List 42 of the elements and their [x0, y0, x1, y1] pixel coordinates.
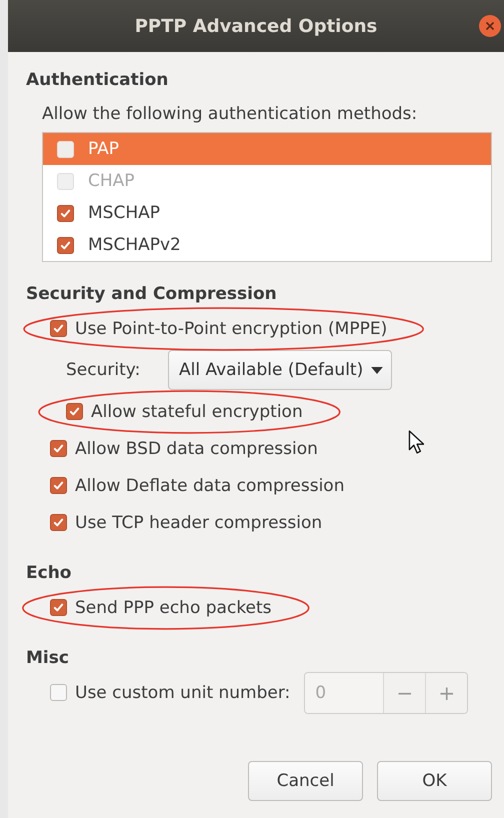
checkbox[interactable]	[50, 477, 67, 494]
checkmark-icon	[52, 479, 65, 492]
checkbox-label: Use Point-to-Point encryption (MPPE)	[75, 318, 388, 338]
cursor-icon	[408, 430, 424, 454]
list-item-label: PAP	[88, 139, 120, 159]
checkbox-label: Allow Deflate data compression	[75, 476, 344, 496]
checkbox[interactable]	[50, 320, 67, 337]
dialog-button[interactable]: OK	[377, 761, 492, 801]
checkbox[interactable]	[57, 204, 74, 222]
checkmark-icon	[52, 516, 65, 529]
checkbox[interactable]	[50, 514, 67, 531]
checkbox[interactable]	[66, 403, 83, 420]
section-heading: Authentication	[26, 70, 170, 92]
list-item[interactable]: MSCHAP	[43, 197, 491, 229]
checkbox-label: Allow BSD data compression	[75, 438, 318, 458]
checkmark-icon	[59, 238, 72, 252]
section-heading: Misc	[26, 648, 70, 670]
list-item-label: MSCHAP	[88, 203, 160, 223]
checkmark-icon	[52, 442, 65, 455]
section-heading: Security and Compression	[26, 284, 278, 306]
close-icon[interactable]	[478, 14, 502, 38]
checkbox-label: Send PPP echo packets	[75, 598, 272, 618]
checkmark-icon	[68, 405, 81, 418]
checkbox-label: Allow stateful encryption	[91, 402, 303, 422]
caret-icon	[371, 366, 384, 374]
checkmark-icon	[52, 601, 65, 614]
list-item-label: MSCHAPv2	[88, 235, 181, 255]
checkbox[interactable]	[57, 236, 74, 254]
dialog-button[interactable]: Cancel	[248, 761, 363, 801]
field-label: Security:	[66, 360, 142, 380]
checkbox-label: Use TCP header compression	[75, 512, 322, 532]
checkbox[interactable]	[50, 599, 67, 616]
list-item-label: CHAP	[88, 171, 135, 191]
checkbox-label: Use custom unit number:	[75, 682, 290, 702]
security-dropdown[interactable]: All Available (Default)	[168, 350, 392, 390]
description-text: Allow the following authentication methods:	[42, 104, 418, 124]
checkmark-icon	[59, 206, 72, 220]
list-item[interactable]: MSCHAPv2	[43, 229, 491, 261]
checkmark-icon	[52, 322, 65, 335]
section-heading: Echo	[26, 563, 72, 585]
checkbox[interactable]	[50, 440, 67, 457]
window-title: PPTP Advanced Options	[134, 16, 378, 36]
